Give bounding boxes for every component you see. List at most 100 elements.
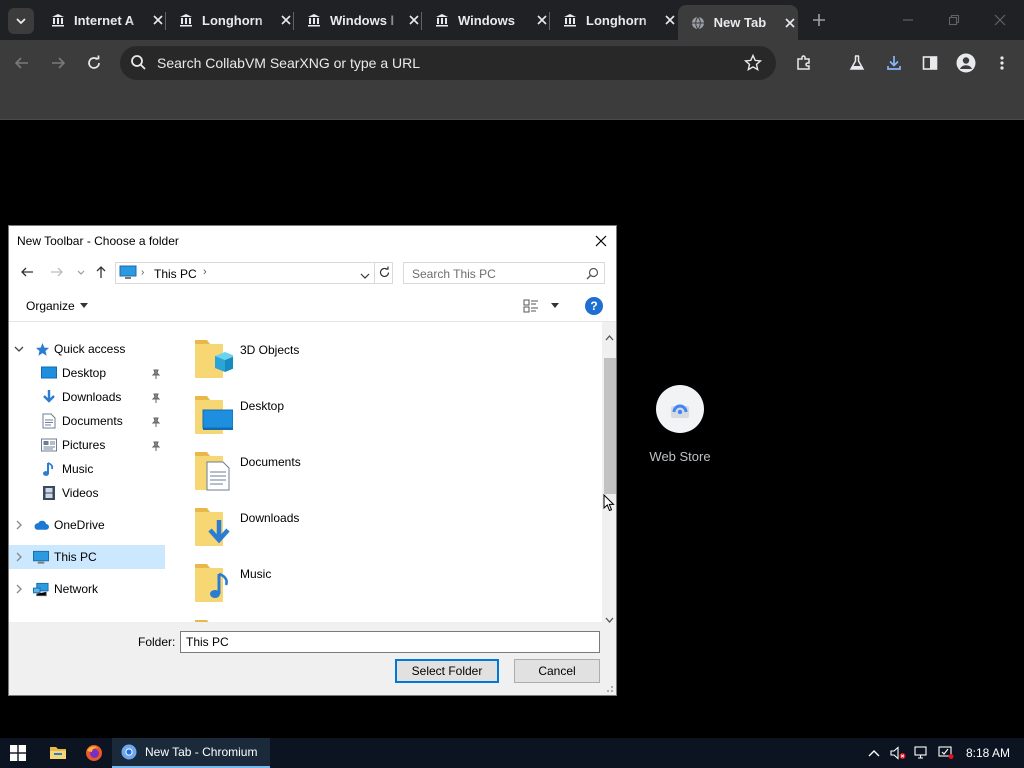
- star-icon[interactable]: [743, 53, 763, 77]
- address-bar[interactable]: › This PC ›: [115, 262, 393, 284]
- firefox-taskbar-button[interactable]: [80, 738, 108, 768]
- pin-icon[interactable]: [151, 392, 161, 403]
- scroll-up-icon[interactable]: [605, 328, 614, 346]
- restore-button[interactable]: [942, 8, 966, 32]
- refresh-icon[interactable]: [378, 266, 391, 284]
- speaker-muted-icon[interactable]: [890, 745, 906, 761]
- close-icon[interactable]: [782, 15, 798, 31]
- up-button[interactable]: [93, 264, 109, 280]
- close-icon[interactable]: [278, 12, 294, 28]
- dialog-search-input[interactable]: Search This PC: [403, 262, 605, 284]
- shortcut-label: Web Store: [649, 449, 711, 464]
- pin-icon[interactable]: [151, 416, 161, 427]
- search-icon[interactable]: [586, 267, 599, 285]
- menu-button[interactable]: [990, 51, 1014, 75]
- window-close-button[interactable]: [988, 8, 1012, 32]
- forward-button[interactable]: [46, 51, 70, 75]
- back-button[interactable]: [10, 51, 34, 75]
- nav-item-pictures[interactable]: Pictures: [9, 433, 165, 457]
- omnibox[interactable]: Search CollabVM SearXNG or type a URL: [120, 46, 776, 80]
- address-text[interactable]: This PC: [154, 267, 197, 281]
- recent-locations-button[interactable]: [73, 264, 89, 280]
- resize-grip-icon[interactable]: [604, 683, 614, 693]
- chevron-down-icon[interactable]: [360, 268, 370, 286]
- tab-search-button[interactable]: [8, 8, 34, 34]
- tab-2[interactable]: Longhorn: [166, 6, 294, 34]
- dialog-command-bar: Organize ?: [9, 290, 616, 322]
- scroll-down-icon[interactable]: [605, 610, 614, 628]
- chevron-up-icon[interactable]: [866, 745, 882, 761]
- chromium-taskbar-button[interactable]: New Tab - Chromium: [112, 738, 270, 768]
- chevron-right-icon[interactable]: [14, 584, 24, 594]
- reload-button[interactable]: [82, 51, 106, 75]
- file-explorer-taskbar-button[interactable]: [44, 738, 72, 768]
- nav-item-quick-access[interactable]: Quick access: [9, 337, 165, 361]
- dialog-back-button[interactable]: [19, 264, 35, 280]
- folder-item-desktop[interactable]: Desktop: [193, 390, 593, 438]
- nav-item-downloads[interactable]: Downloads: [9, 385, 165, 409]
- close-icon[interactable]: [534, 12, 550, 28]
- nav-item-this-pc[interactable]: This PC: [9, 545, 165, 569]
- nav-item-desktop[interactable]: Desktop: [9, 361, 165, 385]
- pin-icon[interactable]: [151, 440, 161, 451]
- close-icon[interactable]: [150, 12, 166, 28]
- picture-icon: [41, 437, 57, 453]
- breadcrumb-chevron-icon[interactable]: ›: [203, 266, 207, 278]
- tab-5[interactable]: Longhorn: [550, 6, 678, 34]
- cloud-icon: [33, 517, 49, 533]
- nav-label: Documents: [62, 414, 123, 428]
- tab-3[interactable]: Windows l: [294, 6, 422, 34]
- bank-icon: [306, 12, 322, 28]
- new-tab-button[interactable]: [808, 9, 830, 31]
- downloads-button[interactable]: [882, 51, 906, 75]
- nav-label: Music: [62, 462, 94, 476]
- extensions-button[interactable]: [792, 51, 816, 75]
- chevron-down-icon[interactable]: [14, 344, 24, 354]
- scrollbar-thumb[interactable]: [604, 358, 616, 494]
- chevron-right-icon[interactable]: [14, 520, 24, 530]
- close-icon: [994, 14, 1006, 26]
- taskbar-window-title: New Tab - Chromium: [145, 745, 258, 759]
- dialog-close-button[interactable]: [592, 232, 610, 250]
- nav-item-music[interactable]: Music: [9, 457, 165, 481]
- pin-icon[interactable]: [151, 368, 161, 379]
- vertical-scrollbar[interactable]: [602, 322, 616, 623]
- folder-item-partial[interactable]: [193, 614, 593, 622]
- dialog-forward-button[interactable]: [49, 264, 65, 280]
- select-folder-button[interactable]: Select Folder: [395, 659, 499, 683]
- tab-4[interactable]: Windows: [422, 6, 550, 34]
- minimize-button[interactable]: [896, 8, 920, 32]
- folder-item-downloads[interactable]: Downloads: [193, 502, 593, 550]
- labs-button[interactable]: [845, 51, 869, 75]
- close-icon[interactable]: [406, 12, 422, 28]
- folder-item-documents[interactable]: Documents: [193, 446, 593, 494]
- nav-item-network[interactable]: Network: [9, 577, 165, 601]
- network-tray-icon[interactable]: [914, 745, 930, 761]
- side-panel-button[interactable]: [918, 51, 942, 75]
- shortcut-web-store[interactable]: Web Store: [640, 385, 720, 464]
- nav-item-documents[interactable]: Documents: [9, 409, 165, 433]
- folder-item-3d-objects[interactable]: 3D Objects: [193, 334, 593, 382]
- start-button[interactable]: [0, 738, 36, 768]
- folder-documents-icon: [195, 452, 230, 491]
- nav-item-videos[interactable]: Videos: [9, 481, 165, 505]
- profile-button[interactable]: [954, 51, 978, 75]
- tab-title: Internet A: [74, 12, 135, 28]
- tab-1[interactable]: Internet A: [38, 6, 166, 34]
- plus-icon: [813, 14, 825, 26]
- avatar-icon: [956, 53, 976, 73]
- nav-item-onedrive[interactable]: OneDrive: [9, 513, 165, 537]
- taskbar-clock[interactable]: 8:18 AM: [966, 746, 1010, 760]
- change-view-button[interactable]: [523, 298, 559, 314]
- folder-input[interactable]: [180, 631, 600, 653]
- folder-item-music[interactable]: Music: [193, 558, 593, 606]
- download-arrow-icon: [41, 389, 57, 405]
- help-button[interactable]: ?: [585, 297, 603, 315]
- tab-new-tab-active[interactable]: New Tab: [678, 5, 798, 40]
- cancel-button[interactable]: Cancel: [514, 659, 600, 683]
- chevron-right-icon[interactable]: [14, 552, 24, 562]
- close-icon[interactable]: [662, 12, 678, 28]
- organize-button[interactable]: Organize: [26, 299, 88, 313]
- chevron-down-icon: [16, 18, 26, 25]
- notification-tray-icon[interactable]: [938, 745, 954, 761]
